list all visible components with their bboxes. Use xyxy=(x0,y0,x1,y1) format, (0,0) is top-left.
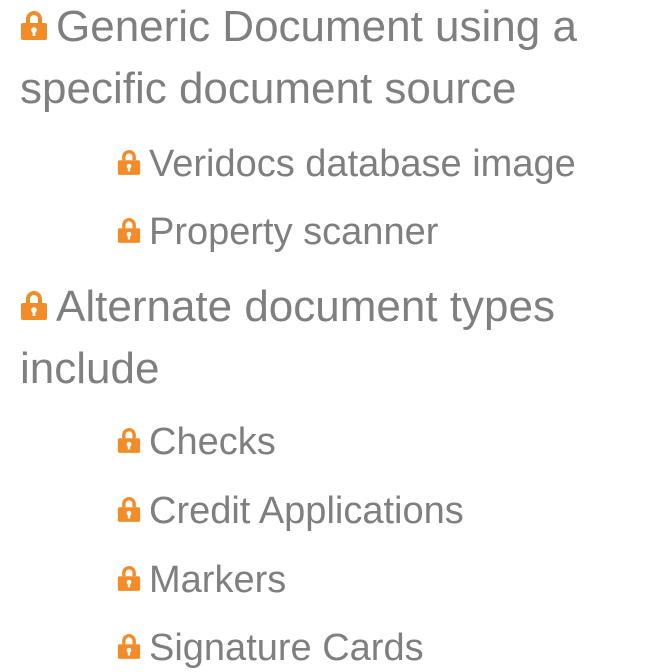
sub-bullet-text: Property scanner xyxy=(149,211,439,253)
sub-bullet-signature-cards: Signature Cards xyxy=(117,626,424,670)
bullet-text: Generic Document using a specific docume… xyxy=(20,2,577,113)
sub-bullet-text: Checks xyxy=(149,421,276,463)
sub-bullet-text: Credit Applications xyxy=(149,490,464,532)
padlock-icon xyxy=(117,216,141,244)
padlock-icon xyxy=(117,632,141,660)
padlock-icon xyxy=(117,148,141,176)
padlock-icon xyxy=(117,426,141,454)
sub-bullet-property-scanner: Property scanner xyxy=(117,210,438,254)
padlock-icon xyxy=(20,9,48,41)
sub-bullet-credit-applications: Credit Applications xyxy=(117,489,464,533)
sub-bullet-text: Veridocs database image xyxy=(149,143,576,185)
sub-bullet-text: Markers xyxy=(149,559,287,601)
slide-body: Generic Document using a specific docume… xyxy=(0,0,664,672)
bullet-generic-document: Generic Document using a specific docume… xyxy=(20,0,660,120)
bullet-text: Alternate document types include xyxy=(20,282,555,393)
padlock-icon xyxy=(20,289,48,321)
sub-bullet-veridocs: Veridocs database image xyxy=(117,142,576,186)
padlock-icon xyxy=(117,495,141,523)
sub-bullet-text: Signature Cards xyxy=(149,627,424,669)
sub-bullet-checks: Checks xyxy=(117,420,276,464)
sub-bullet-markers: Markers xyxy=(117,558,286,602)
bullet-alternate-document-types: Alternate document types include xyxy=(20,276,660,400)
padlock-icon xyxy=(117,564,141,592)
